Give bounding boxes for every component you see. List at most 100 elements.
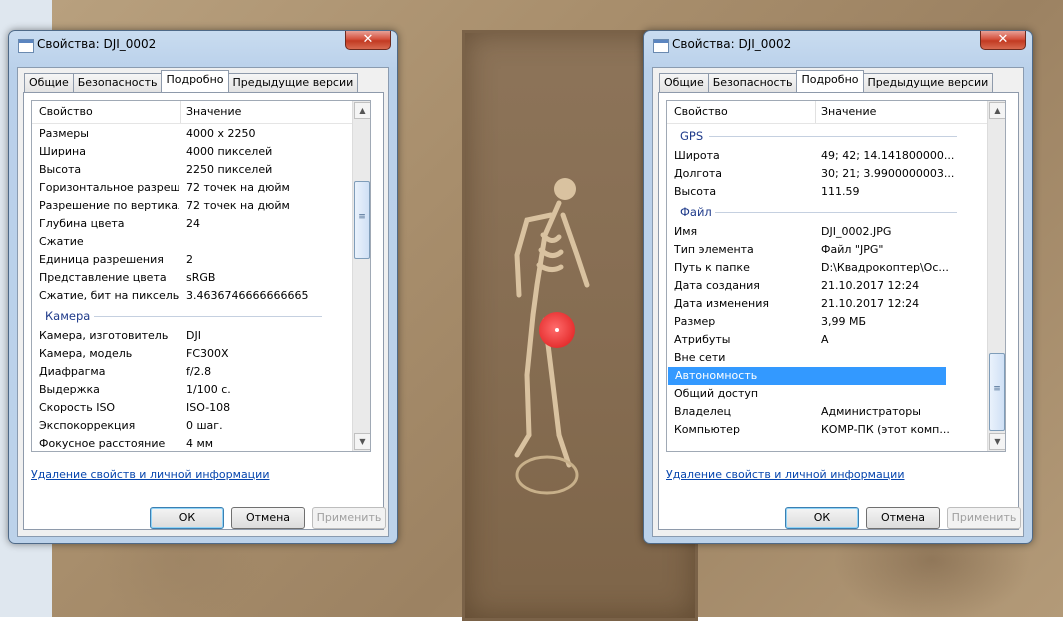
column-header-value[interactable]: Значение [186,105,241,118]
list-rows: Размеры 4000 x 2250 Ширина 4000 пикселей В… [32,125,352,451]
property-value: 3,99 МБ [821,315,867,328]
list-item[interactable]: Широта 49; 42; 14.141800000... [667,147,987,165]
tab-previous-versions[interactable]: Предыдущие версии [227,73,359,92]
property-value: 30; 21; 3.9900000003... [821,167,955,180]
window-title: Свойства: DJI_0002 [37,37,157,51]
list-item[interactable]: Выдержка 1/100 с. [32,381,352,399]
tab-security[interactable]: Безопасность [707,73,798,92]
property-name: Высота [39,163,82,176]
property-value: sRGB [186,271,216,284]
list-item[interactable]: Сжатие [32,233,352,251]
scroll-down-arrow-icon[interactable]: ▼ [354,433,370,450]
group-label: GPS [680,129,704,143]
column-divider[interactable] [180,101,181,123]
window-title: Свойства: DJI_0002 [672,37,792,51]
list-item[interactable]: Размер 3,99 МБ [667,313,987,331]
ok-button[interactable]: ОК [785,507,859,529]
list-item[interactable]: Ширина 4000 пикселей [32,143,352,161]
property-name: Фокусное расстояние [39,437,166,450]
property-value: 72 точек на дюйм [186,199,290,212]
list-item[interactable]: Скорость ISO ISO-108 [32,399,352,417]
title-bar[interactable]: Свойства: DJI_0002 ✕ [9,31,397,59]
property-name: Сжатие [39,235,84,248]
scroll-thumb[interactable]: ≡ [989,353,1005,431]
property-value: 4000 пикселей [186,145,273,158]
property-name: Атрибуты [674,333,731,346]
list-item[interactable]: Долгота 30; 21; 3.9900000003... [667,165,987,183]
ok-button[interactable]: ОК [150,507,224,529]
property-value: 0 шаг. [186,419,223,432]
property-name: Автономность [675,369,758,382]
column-header-property[interactable]: Свойство [674,105,728,118]
property-name: Владелец [674,405,731,418]
close-button[interactable]: ✕ [345,31,391,50]
list-item[interactable]: Глубина цвета 24 [32,215,352,233]
scroll-thumb[interactable]: ≡ [354,181,370,259]
property-name: Камера, модель [39,347,133,360]
properties-list[interactable]: Свойство Значение GPS Широта 49; 42; 14.1… [666,100,1006,452]
group-divider [715,212,957,213]
title-bar[interactable]: Свойства: DJI_0002 ✕ [644,31,1032,59]
list-item[interactable]: Высота 2250 пикселей [32,161,352,179]
list-item[interactable]: Компьютер КОМР-ПК (этот комп... [667,421,987,439]
property-value: 2 [186,253,193,266]
cancel-button[interactable]: Отмена [231,507,305,529]
apply-button[interactable]: Применить [312,507,386,529]
list-item[interactable]: Путь к папке D:\Квадрокоптер\Ос... [667,259,987,277]
list-item[interactable]: Камера, изготовитель DJI [32,327,352,345]
property-value: 4 мм [186,437,214,450]
group-heading-file[interactable]: Файл [667,201,987,223]
list-item[interactable]: Дата создания 21.10.2017 12:24 [667,277,987,295]
scroll-down-arrow-icon[interactable]: ▼ [989,433,1005,450]
list-item[interactable]: Размеры 4000 x 2250 [32,125,352,143]
list-item[interactable]: Горизонтальное разреше... 72 точек на дюй… [32,179,352,197]
column-header-value[interactable]: Значение [821,105,876,118]
list-item[interactable]: Дата изменения 21.10.2017 12:24 [667,295,987,313]
properties-list[interactable]: Свойство Значение Размеры 4000 x 2250 Шир… [31,100,371,452]
list-item[interactable]: Экспокоррекция 0 шаг. [32,417,352,435]
apply-button[interactable]: Применить [947,507,1021,529]
list-item[interactable]: Разрешение по вертикали 72 точек на дюйм [32,197,352,215]
property-name: Выдержка [39,383,100,396]
remove-properties-link[interactable]: Удаление свойств и личной информации [31,468,269,481]
list-item-selected[interactable]: Автономность [668,367,946,385]
tab-general[interactable]: Общие [24,73,74,92]
close-button[interactable]: ✕ [980,31,1026,50]
tab-details[interactable]: Подробно [161,70,229,92]
list-item[interactable]: Вне сети [667,349,987,367]
list-item[interactable]: Единица разрешения 2 [32,251,352,269]
file-properties-icon [18,39,34,53]
scroll-up-arrow-icon[interactable]: ▲ [989,102,1005,119]
column-divider[interactable] [815,101,816,123]
list-item[interactable]: Атрибуты A [667,331,987,349]
property-value: ISO-108 [186,401,231,414]
remove-properties-link[interactable]: Удаление свойств и личной информации [666,468,904,481]
list-item[interactable]: Общий доступ [667,385,987,403]
group-heading-camera[interactable]: Камера [32,305,352,327]
property-name: Камера, изготовитель [39,329,169,342]
list-item[interactable]: Камера, модель FC300X [32,345,352,363]
list-item[interactable]: Тип элемента Файл "JPG" [667,241,987,259]
property-name: Долгота [674,167,723,180]
tab-details[interactable]: Подробно [796,70,864,92]
list-item[interactable]: Имя DJI_0002.JPG [667,223,987,241]
list-item[interactable]: Сжатие, бит на пиксель 3.4636746666666665 [32,287,352,305]
list-item[interactable]: Представление цвета sRGB [32,269,352,287]
list-item[interactable]: Владелец Администраторы [667,403,987,421]
grip-icon: ≡ [993,384,1001,394]
column-header-property[interactable]: Свойство [39,105,93,118]
cancel-button[interactable]: Отмена [866,507,940,529]
tab-security[interactable]: Безопасность [72,73,163,92]
red-marker-disc [539,312,575,348]
list-item[interactable]: Фокусное расстояние 4 мм [32,435,352,451]
file-properties-icon [653,39,669,53]
tab-general[interactable]: Общие [659,73,709,92]
vertical-scrollbar[interactable]: ▲ ≡ ▼ [352,101,370,451]
list-item[interactable]: Высота 111.59 [667,183,987,201]
list-item[interactable]: Диафрагма f/2.8 [32,363,352,381]
tab-previous-versions[interactable]: Предыдущие версии [862,73,994,92]
property-name: Размер [674,315,716,328]
group-heading-gps[interactable]: GPS [667,125,987,147]
scroll-up-arrow-icon[interactable]: ▲ [354,102,370,119]
vertical-scrollbar[interactable]: ▲ ≡ ▼ [987,101,1005,451]
